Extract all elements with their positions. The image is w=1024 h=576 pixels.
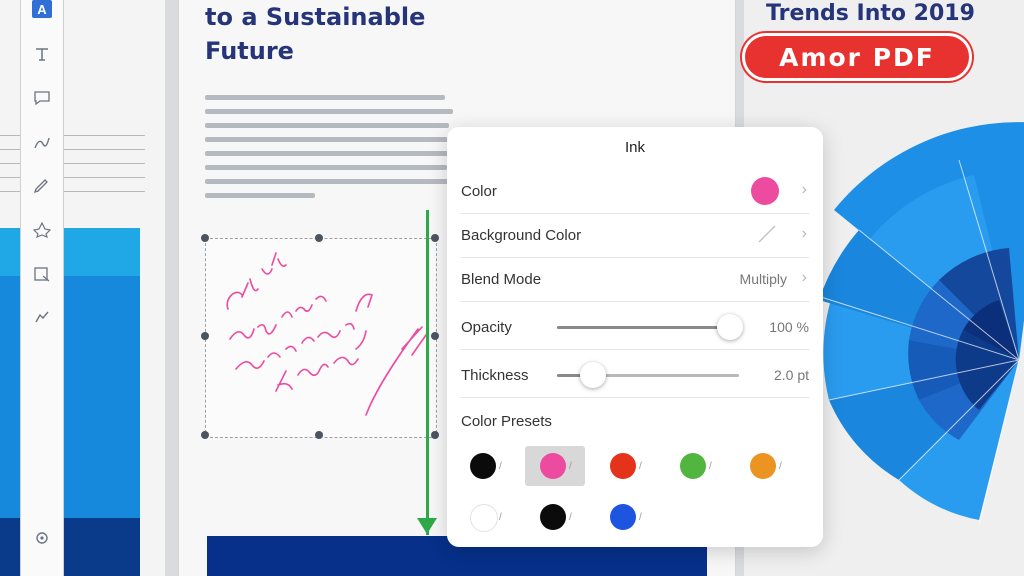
body-text-line (205, 165, 447, 170)
chevron-right-icon: › (801, 225, 807, 242)
popover-title: Ink (624, 139, 645, 156)
pen-icon[interactable] (32, 176, 52, 196)
body-text-line (205, 95, 445, 100)
settings-icon[interactable] (32, 528, 52, 548)
color-preset-swatch[interactable] (680, 453, 706, 479)
color-preset-swatch[interactable] (540, 453, 566, 479)
edit-preset-icon[interactable]: / (709, 461, 712, 472)
comment-icon[interactable] (32, 88, 52, 108)
current-color-swatch[interactable] (751, 177, 779, 205)
opacity-slider-fill (557, 326, 730, 329)
edit-preset-icon[interactable]: / (639, 461, 642, 472)
blend-mode-label: Blend Mode (461, 271, 542, 288)
heading-line-2: Future (205, 37, 294, 65)
document-heading: to a Sustainable Future (205, 0, 425, 68)
selection-handle[interactable] (315, 234, 323, 242)
body-text-line (205, 193, 315, 198)
selection-handle[interactable] (431, 431, 439, 439)
ink-settings-popover: Ink Color › Background Color › Blend Mod… (447, 127, 823, 547)
selection-handle[interactable] (431, 234, 439, 242)
blend-mode-row[interactable]: Blend Mode Multiply › (461, 257, 809, 302)
heading-line-1: to a Sustainable (205, 3, 426, 31)
arrow-annotation-head (417, 518, 437, 534)
thickness-label: Thickness (461, 367, 529, 384)
selection-handle[interactable] (431, 332, 439, 340)
background-color-label: Background Color (461, 227, 582, 244)
blend-mode-value: Multiply (739, 271, 787, 287)
signature-icon[interactable] (32, 308, 52, 328)
app-icon[interactable]: A (32, 0, 52, 18)
chevron-right-icon: › (801, 269, 807, 286)
body-text-line (205, 109, 453, 114)
color-preset-swatch[interactable] (540, 504, 566, 530)
body-text-line (205, 123, 449, 128)
edit-preset-icon[interactable]: / (499, 512, 502, 523)
color-presets-label: Color Presets (461, 413, 552, 430)
edit-preset-icon[interactable]: / (569, 461, 572, 472)
thickness-row: Thickness 2.0 pt (461, 353, 809, 398)
color-row[interactable]: Color › (461, 169, 809, 214)
handwritten-ink-annotation (226, 252, 427, 416)
arrow-annotation-line[interactable] (426, 210, 429, 535)
selection-handle[interactable] (201, 431, 209, 439)
color-label: Color (461, 183, 497, 200)
ink-annotation-selection[interactable] (205, 238, 437, 438)
text-tool-icon[interactable] (32, 44, 52, 64)
opacity-value: 100 % (769, 319, 809, 335)
thickness-value: 2.0 pt (773, 367, 809, 383)
opacity-slider-knob[interactable] (716, 314, 743, 340)
selection-handle[interactable] (315, 431, 323, 439)
selection-handle[interactable] (201, 234, 209, 242)
body-text-line (205, 151, 451, 156)
draw-icon[interactable] (32, 132, 52, 152)
thickness-slider-knob[interactable] (580, 362, 607, 388)
brand-label: Amor PDF (779, 42, 935, 72)
selection-handle[interactable] (201, 332, 209, 340)
chevron-right-icon: › (801, 181, 807, 198)
color-preset-swatch[interactable] (750, 453, 776, 479)
opacity-slider[interactable] (557, 314, 743, 340)
body-text-line (205, 179, 453, 184)
background-color-row[interactable]: Background Color › (461, 213, 809, 258)
color-preset-swatch[interactable] (470, 504, 498, 532)
brand-badge: Amor PDF (742, 33, 972, 81)
opacity-label: Opacity (461, 319, 512, 336)
opacity-row: Opacity 100 % (461, 305, 809, 350)
edit-preset-icon[interactable]: / (779, 461, 782, 472)
edit-preset-icon[interactable]: / (499, 461, 502, 472)
edit-preset-icon[interactable]: / (569, 512, 572, 523)
color-preset-swatch[interactable] (610, 504, 636, 530)
annotation-toolbar: A (20, 0, 64, 576)
color-preset-swatch[interactable] (610, 453, 636, 479)
color-preset-swatch[interactable] (470, 453, 496, 479)
no-color-icon[interactable] (755, 222, 779, 246)
shape-icon[interactable] (32, 220, 52, 240)
edit-preset-icon[interactable]: / (639, 512, 642, 523)
thickness-slider[interactable] (557, 362, 739, 388)
body-text-line (205, 137, 455, 142)
stamp-icon[interactable] (32, 264, 52, 284)
